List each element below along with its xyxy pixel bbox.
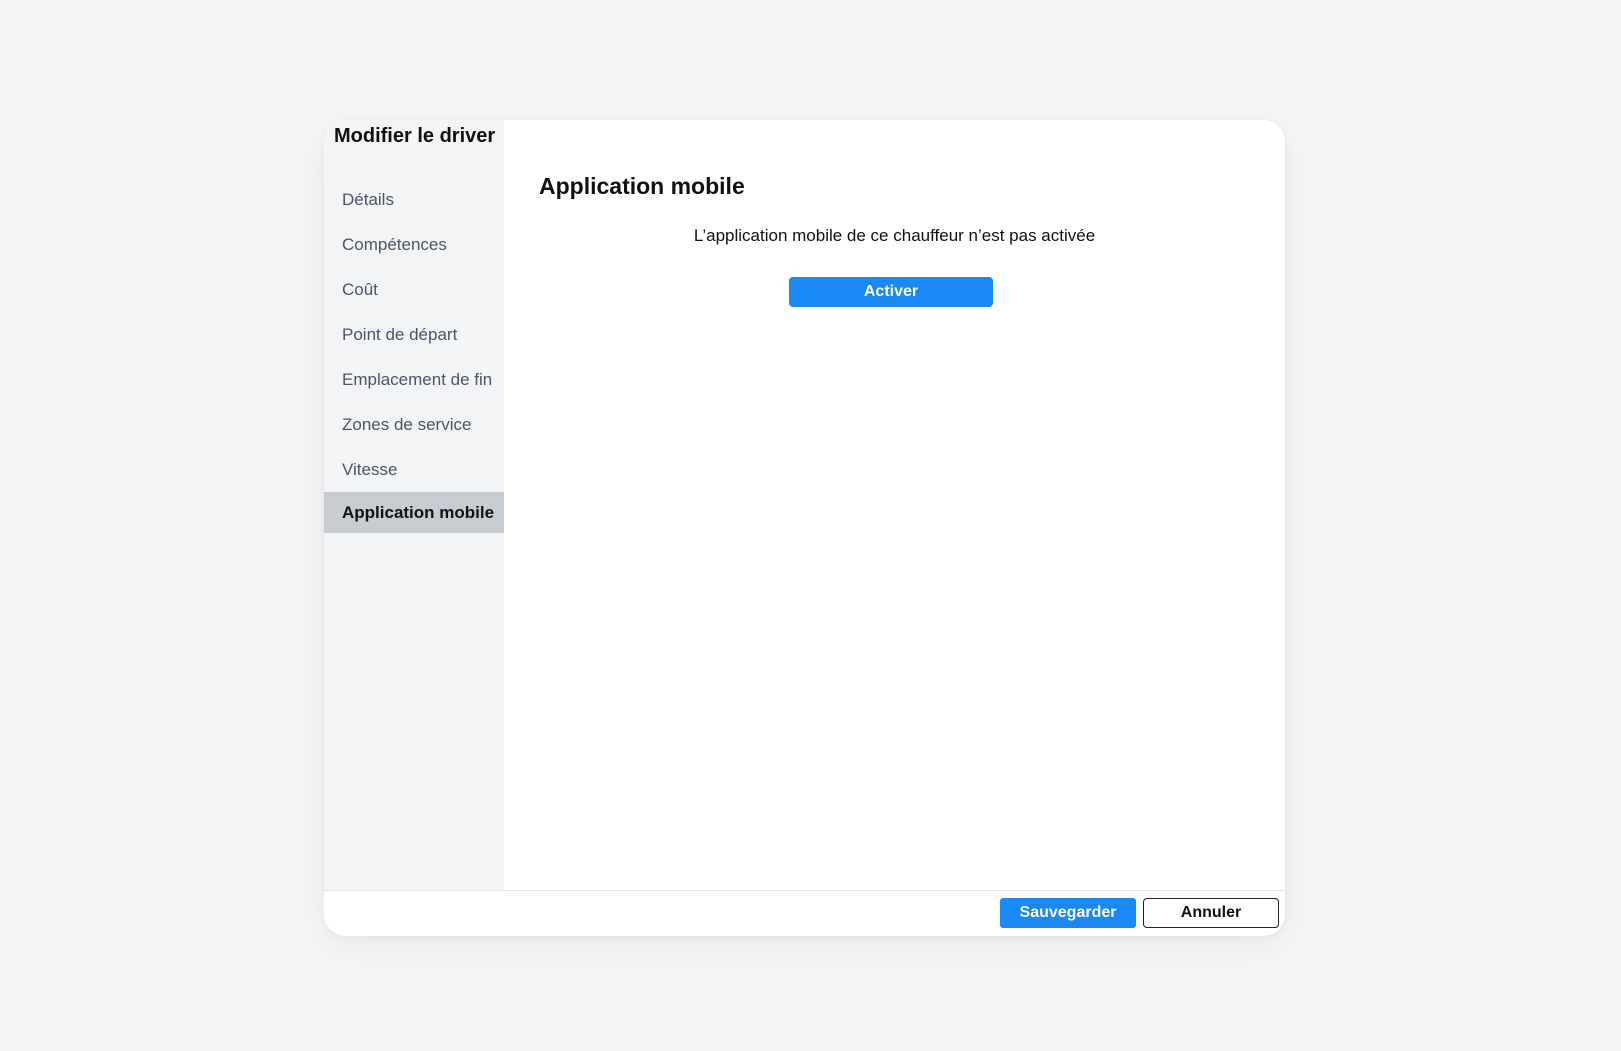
dialog-footer: Sauvegarder Annuler	[324, 890, 1285, 936]
cancel-button[interactable]: Annuler	[1143, 898, 1279, 928]
mobile-app-status-text: L’application mobile de ce chauffeur n’e…	[693, 226, 1096, 245]
sidebar-item-point-de-depart[interactable]: Point de départ	[324, 312, 504, 357]
activate-button[interactable]: Activer	[789, 277, 993, 307]
dialog-title: Modifier le driver	[334, 125, 496, 147]
sidebar-item-vitesse[interactable]: Vitesse	[324, 447, 504, 492]
sidebar: Modifier le driver Détails Compétences C…	[324, 120, 504, 890]
sidebar-nav: Détails Compétences Coût Point de départ…	[324, 177, 504, 533]
sidebar-item-application-mobile[interactable]: Application mobile	[324, 492, 504, 533]
section-title: Application mobile	[539, 173, 745, 199]
edit-driver-dialog: Modifier le driver Détails Compétences C…	[324, 120, 1285, 936]
save-button[interactable]: Sauvegarder	[1000, 898, 1136, 928]
sidebar-item-competences[interactable]: Compétences	[324, 222, 504, 267]
sidebar-item-cout[interactable]: Coût	[324, 267, 504, 312]
main-content: Application mobile L’application mobile …	[504, 120, 1285, 890]
sidebar-item-zones-de-service[interactable]: Zones de service	[324, 402, 504, 447]
sidebar-item-details[interactable]: Détails	[324, 177, 504, 222]
sidebar-item-emplacement-de-fin[interactable]: Emplacement de fin	[324, 357, 504, 402]
